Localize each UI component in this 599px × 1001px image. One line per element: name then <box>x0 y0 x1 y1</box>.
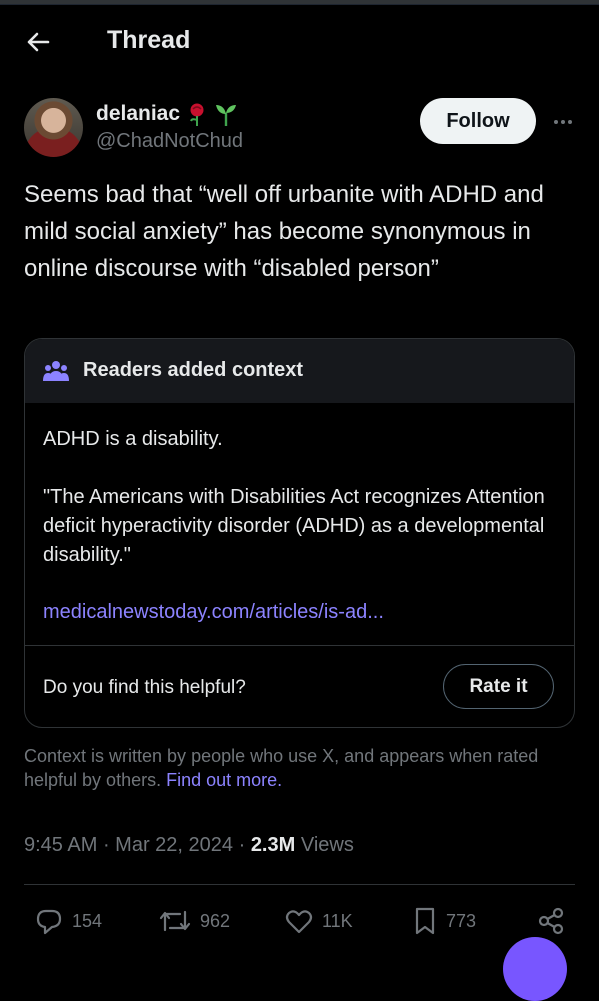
community-note: Readers added context ADHD is a disabili… <box>24 338 575 728</box>
helpful-prompt: Do you find this helpful? <box>43 677 246 698</box>
seedling-icon <box>216 105 237 126</box>
back-arrow-icon <box>27 32 50 52</box>
community-note-header: Readers added context <box>25 339 574 403</box>
community-note-link[interactable]: medicalnewstoday.com/articles/is-ad... <box>43 601 384 624</box>
rose-icon <box>190 103 204 126</box>
views-label: Views <box>300 834 354 856</box>
like-count: 11K <box>322 910 353 931</box>
more-button[interactable] <box>548 110 578 134</box>
like-button[interactable]: 11K <box>284 906 353 936</box>
views-count: 2.3M <box>250 834 296 856</box>
follow-button[interactable]: Follow <box>420 98 536 144</box>
separator: · <box>102 834 116 856</box>
name-emojis <box>186 102 238 126</box>
top-border-accent <box>0 4 599 5</box>
name-row: delaniac <box>96 100 238 128</box>
like-icon <box>285 910 313 934</box>
bookmark-button[interactable]: 773 <box>412 906 476 936</box>
tweet-time[interactable]: 9:45 AM <box>24 834 97 856</box>
header: Thread <box>0 20 599 64</box>
back-button[interactable] <box>22 26 54 58</box>
context-footer: Context is written by people who use X, … <box>24 744 569 792</box>
community-note-body: ADHD is a disability. "The Americans wit… <box>43 425 563 570</box>
reply-icon <box>36 909 62 935</box>
more-icon <box>554 120 572 124</box>
share-icon <box>538 907 564 935</box>
compose-fab-button[interactable] <box>503 937 567 1001</box>
user-handle[interactable]: @ChadNotChud <box>96 130 243 153</box>
community-note-title: Readers added context <box>83 359 304 381</box>
avatar[interactable] <box>24 98 83 157</box>
community-note-paragraph: ADHD is a disability. <box>43 428 223 450</box>
page-title: Thread <box>107 26 191 54</box>
find-out-more-link[interactable]: Find out more. <box>166 770 282 790</box>
reply-count: 154 <box>72 910 103 931</box>
repost-icon <box>159 910 191 932</box>
tweet-date[interactable]: Mar 22, 2024 <box>115 834 233 856</box>
divider <box>24 884 575 885</box>
action-bar: 154 962 11K 773 <box>0 900 599 944</box>
rate-it-button[interactable]: Rate it <box>443 664 554 709</box>
people-icon <box>43 361 69 381</box>
repost-count: 962 <box>200 910 231 931</box>
separator: · <box>238 834 251 856</box>
display-name[interactable]: delaniac <box>96 102 180 126</box>
tweet-meta: 9:45 AM · Mar 22, 2024 · 2.3M Views <box>24 834 354 857</box>
divider <box>25 645 574 646</box>
community-note-quote: "The Americans with Disabilities Act rec… <box>43 486 545 566</box>
bookmark-icon <box>415 907 435 935</box>
repost-button[interactable]: 962 <box>158 906 230 936</box>
bookmark-count: 773 <box>446 910 477 931</box>
tweet-author: delaniac @ChadNotChud Follow <box>24 98 584 158</box>
tweet-text: Seems bad that “well off urbanite with A… <box>24 181 544 282</box>
reply-button[interactable]: 154 <box>34 906 102 936</box>
share-button[interactable] <box>537 906 565 936</box>
